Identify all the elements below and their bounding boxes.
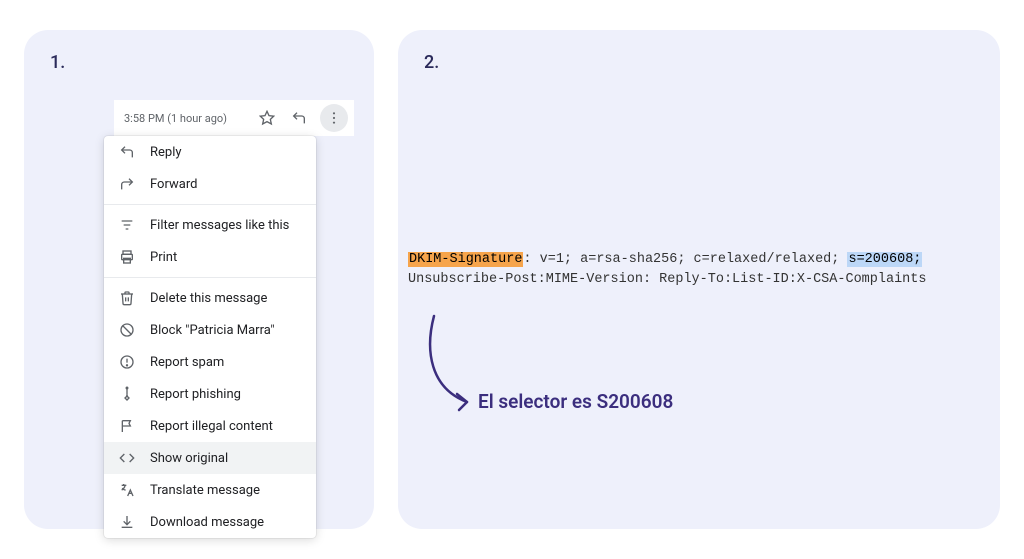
menu-download[interactable]: Download message xyxy=(104,506,316,538)
more-icon[interactable] xyxy=(320,104,348,132)
code-icon xyxy=(118,449,136,467)
menu-label: Block "Patricia Marra" xyxy=(150,323,275,338)
menu-report-illegal[interactable]: Report illegal content xyxy=(104,410,316,442)
menu-show-original[interactable]: Show original xyxy=(104,442,316,474)
reply-arrow-icon[interactable] xyxy=(288,107,310,129)
menu-delete[interactable]: Delete this message xyxy=(104,282,316,314)
code-line-1: DKIM-Signature: v=1; a=rsa-sha256; c=rel… xyxy=(408,250,1000,270)
block-icon xyxy=(118,321,136,339)
menu-label: Forward xyxy=(150,177,197,192)
menu-label: Show original xyxy=(150,451,228,466)
panel-number-2: 2. xyxy=(424,52,974,73)
trash-icon xyxy=(118,289,136,307)
forward-icon xyxy=(118,175,136,193)
gmail-toolbar: 3:58 PM (1 hour ago) xyxy=(114,100,354,136)
phishing-icon xyxy=(118,385,136,403)
menu-label: Print xyxy=(150,250,177,265)
spam-icon xyxy=(118,353,136,371)
selector-annotation: El selector es S200608 xyxy=(478,390,673,413)
gmail-menu-screenshot: 3:58 PM (1 hour ago) Reply Fo xyxy=(114,100,354,538)
menu-label: Report spam xyxy=(150,355,224,370)
menu-label: Delete this message xyxy=(150,291,267,306)
gmail-context-menu: Reply Forward Filter messages like this … xyxy=(104,136,316,538)
menu-separator xyxy=(104,204,316,205)
panel-number-1: 1. xyxy=(50,52,348,73)
menu-reply[interactable]: Reply xyxy=(104,136,316,168)
menu-filter[interactable]: Filter messages like this xyxy=(104,209,316,241)
menu-forward[interactable]: Forward xyxy=(104,168,316,200)
print-icon xyxy=(118,248,136,266)
menu-label: Reply xyxy=(150,145,182,160)
translate-icon xyxy=(118,481,136,499)
filter-icon xyxy=(118,216,136,234)
selector-highlight: s=200608; xyxy=(847,252,922,267)
menu-label: Download message xyxy=(150,515,264,530)
menu-label: Report phishing xyxy=(150,387,241,402)
panel-2: 2. DKIM-Signature: v=1; a=rsa-sha256; c=… xyxy=(398,30,1000,529)
reply-icon xyxy=(118,143,136,161)
menu-print[interactable]: Print xyxy=(104,241,316,273)
dkim-header-code: DKIM-Signature: v=1; a=rsa-sha256; c=rel… xyxy=(398,250,1000,289)
flag-icon xyxy=(118,417,136,435)
code-line-2: Unsubscribe-Post:MIME-Version: Reply-To:… xyxy=(408,270,1000,290)
arrow-icon xyxy=(422,310,482,420)
menu-separator xyxy=(104,277,316,278)
download-icon xyxy=(118,513,136,531)
menu-label: Report illegal content xyxy=(150,419,273,434)
menu-translate[interactable]: Translate message xyxy=(104,474,316,506)
menu-label: Filter messages like this xyxy=(150,218,289,233)
star-icon[interactable] xyxy=(256,107,278,129)
menu-report-phishing[interactable]: Report phishing xyxy=(104,378,316,410)
menu-label: Translate message xyxy=(150,483,260,498)
dkim-signature-highlight: DKIM-Signature xyxy=(408,252,523,267)
panel-1: 1. 3:58 PM (1 hour ago) Reply xyxy=(24,30,374,529)
email-timestamp: 3:58 PM (1 hour ago) xyxy=(124,112,227,125)
menu-block[interactable]: Block "Patricia Marra" xyxy=(104,314,316,346)
menu-report-spam[interactable]: Report spam xyxy=(104,346,316,378)
